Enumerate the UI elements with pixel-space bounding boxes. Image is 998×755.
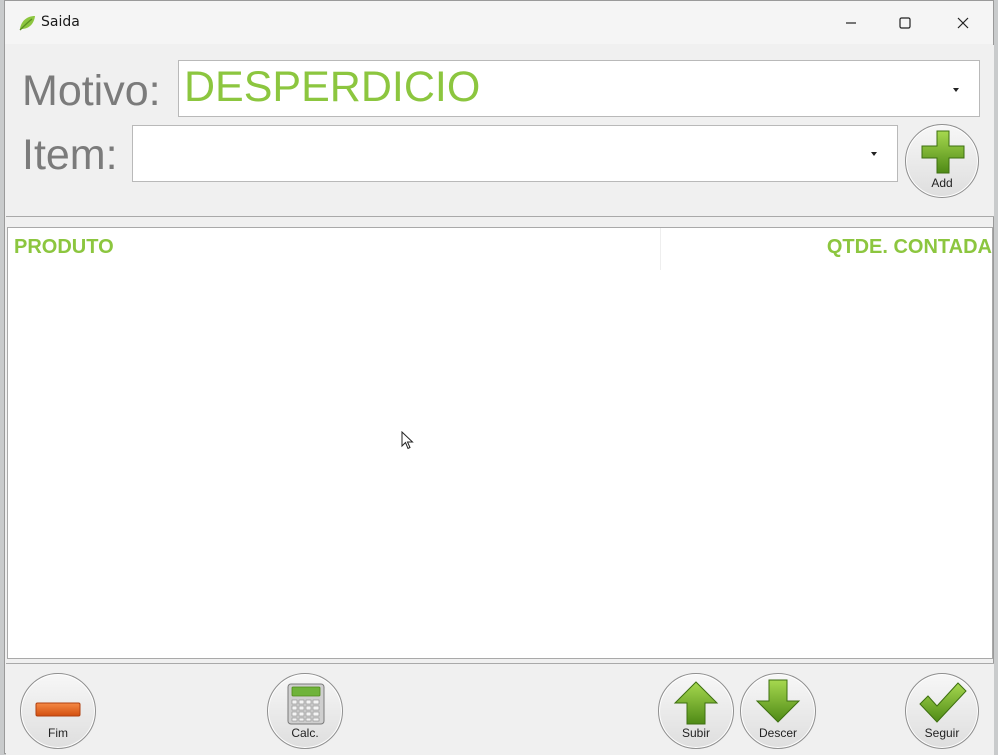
column-header-produto[interactable]: PRODUTO (14, 236, 114, 259)
window-title: Saida (41, 14, 80, 30)
item-select[interactable] (132, 125, 898, 182)
checkmark-icon (919, 682, 967, 723)
subir-button[interactable]: Subir (658, 673, 734, 749)
add-button[interactable]: Add (905, 124, 979, 198)
arrow-up-icon (673, 681, 719, 725)
chevron-down-icon[interactable] (871, 152, 877, 156)
form-panel: Motivo: DESPERDICIO Item: Add (6, 45, 994, 217)
motivo-value: DESPERDICIO (184, 63, 481, 111)
leaf-icon (19, 16, 35, 31)
item-label: Item: (22, 131, 118, 179)
column-divider (660, 228, 661, 270)
motivo-label: Motivo: (22, 67, 161, 115)
descer-label: Descer (758, 726, 797, 740)
subir-label: Subir (681, 726, 710, 740)
minimize-icon (846, 21, 856, 24)
title-bar[interactable]: Saida (5, 1, 993, 44)
mouse-cursor-icon (401, 431, 414, 450)
seguir-button[interactable]: Seguir (905, 673, 979, 749)
calculator-icon (287, 683, 325, 725)
close-icon (957, 17, 969, 28)
descer-button[interactable]: Descer (740, 673, 816, 749)
product-list[interactable]: PRODUTO QTDE. CONTADA (7, 227, 993, 659)
toolbar: Fim Calc. Subir Descer Seguir (6, 663, 994, 755)
maximize-icon (899, 16, 911, 29)
minimize-button[interactable] (822, 1, 880, 44)
calc-button[interactable]: Calc. (267, 673, 343, 749)
chevron-down-icon[interactable] (953, 88, 959, 92)
saida-window: Saida Motivo: DESPERDICIO Item: Add PROD… (4, 0, 994, 755)
seguir-label: Seguir (924, 726, 960, 740)
fim-button[interactable]: Fim (20, 673, 96, 749)
add-label: Add (931, 176, 953, 190)
close-button[interactable] (934, 1, 992, 44)
calc-label: Calc. (291, 726, 319, 740)
minus-icon (35, 702, 81, 717)
motivo-select[interactable]: DESPERDICIO (178, 60, 980, 117)
maximize-button[interactable] (876, 1, 934, 44)
arrow-down-icon (755, 679, 801, 723)
fim-label: Fim (48, 726, 68, 740)
column-header-qtde[interactable]: QTDE. CONTADA (827, 236, 992, 259)
plus-icon (921, 130, 965, 174)
